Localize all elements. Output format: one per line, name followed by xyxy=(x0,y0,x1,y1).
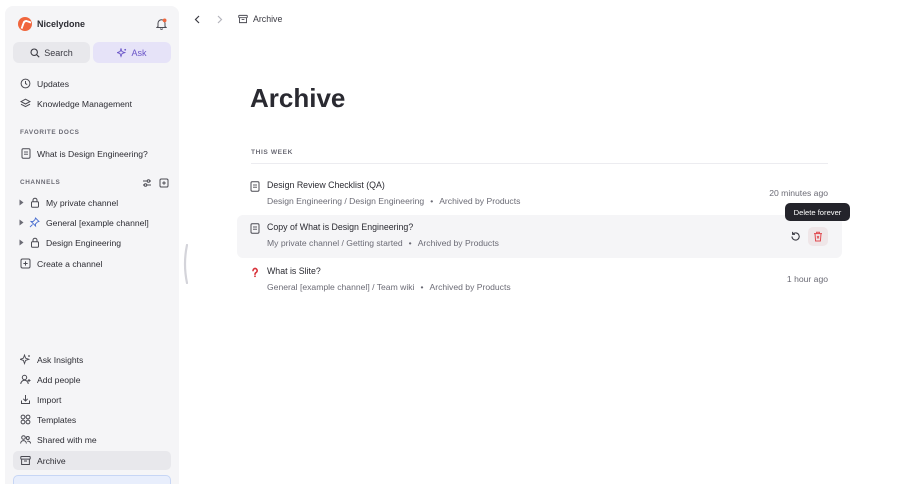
clock-icon xyxy=(20,78,31,89)
archive-icon xyxy=(238,14,248,24)
row-title: What is Slite? xyxy=(267,266,321,276)
caret-right-icon[interactable] xyxy=(18,199,24,207)
sidebar-item-channel-design-engineering[interactable]: Design Engineering xyxy=(13,233,171,252)
row-meta: My private channel / Getting started • Arc… xyxy=(267,238,499,248)
separator-dot: • xyxy=(430,196,434,206)
restore-button[interactable] xyxy=(786,227,804,245)
workspace-switcher[interactable]: Nicelydone xyxy=(18,17,85,31)
workspace-name: Nicelydone xyxy=(37,19,86,29)
row-archived-by: Archived by Products xyxy=(417,238,499,248)
favorites-section-label: FAVORITE DOCS xyxy=(20,129,80,136)
sidebar-banner[interactable] xyxy=(13,475,171,484)
caret-right-icon[interactable] xyxy=(18,239,24,247)
templates-icon xyxy=(20,414,31,425)
row-meta: General [example channel] / Team wiki • Ar… xyxy=(267,282,511,292)
doc-icon xyxy=(250,181,260,192)
sidebar-item-label: Import xyxy=(37,394,62,405)
row-title: Design Review Checklist (QA) xyxy=(267,180,385,190)
doc-icon xyxy=(20,148,31,159)
sidebar-item-updates[interactable]: Updates xyxy=(13,74,171,93)
doc-icon xyxy=(250,223,260,234)
list-item[interactable]: What is Slite? General [example channel]… xyxy=(237,259,842,302)
sidebar-item-import[interactable]: Import xyxy=(13,390,171,409)
question-mark-icon xyxy=(250,267,260,278)
create-channel-button[interactable]: Create a channel xyxy=(13,254,171,273)
sidebar-item-label: Add people xyxy=(37,374,81,385)
sidebar-item-archive[interactable]: Archive xyxy=(13,451,171,470)
sidebar-item-channel-private[interactable]: My private channel xyxy=(13,193,171,212)
row-archived-by: Archived by Products xyxy=(429,282,511,292)
filter-icon[interactable] xyxy=(142,178,152,188)
delete-forever-button[interactable] xyxy=(808,227,828,246)
back-arrow-icon[interactable] xyxy=(193,15,202,24)
top-bar: Archive xyxy=(193,14,282,24)
notification-bell-icon[interactable] xyxy=(155,17,168,30)
ask-label: Ask xyxy=(131,47,147,58)
restore-icon xyxy=(790,231,800,241)
row-time: 20 minutes ago xyxy=(769,188,828,198)
sidebar-item-label: Shared with me xyxy=(37,434,97,445)
sidebar-item-templates[interactable]: Templates xyxy=(13,410,171,429)
delete-forever-tooltip: Delete forever xyxy=(785,203,850,221)
breadcrumb[interactable]: Archive xyxy=(253,14,282,24)
row-archived-by: Archived by Products xyxy=(439,196,521,206)
sidebar-resize-handle[interactable] xyxy=(182,243,189,285)
channel-tools xyxy=(135,178,169,188)
group-label: THIS WEEK xyxy=(251,149,294,156)
lock-icon xyxy=(29,197,40,208)
pin-icon xyxy=(29,217,40,228)
archive-icon xyxy=(20,455,31,466)
sidebar-item-label: General [example channel] xyxy=(46,217,149,228)
lock-icon xyxy=(29,237,40,248)
import-icon xyxy=(20,394,31,405)
sidebar-item-ask-insights[interactable]: Ask Insights xyxy=(13,350,171,369)
sidebar-item-label: My private channel xyxy=(46,197,119,208)
search-label: Search xyxy=(44,47,73,58)
sidebar-item-add-people[interactable]: Add people xyxy=(13,370,171,389)
row-path: My private channel / Getting started xyxy=(267,238,403,248)
add-user-icon xyxy=(20,374,31,385)
separator-dot: • xyxy=(420,282,424,292)
row-title: Copy of What is Design Engineering? xyxy=(267,222,414,232)
new-channel-icon xyxy=(20,258,31,269)
ask-button[interactable]: Ask xyxy=(93,42,171,63)
group-divider xyxy=(251,163,828,164)
sidebar-item-label: Design Engineering xyxy=(46,237,122,248)
sidebar-item-label: Templates xyxy=(37,414,77,425)
separator-dot: • xyxy=(408,238,412,248)
list-item[interactable]: Design Review Checklist (QA) Design Engi… xyxy=(237,173,842,216)
caret-right-icon[interactable] xyxy=(18,219,24,227)
sidebar-item-channel-general[interactable]: General [example channel] xyxy=(13,213,171,232)
forward-arrow-icon[interactable] xyxy=(215,15,224,24)
channels-section-label: CHANNELS xyxy=(20,179,61,186)
sidebar-item-label: Ask Insights xyxy=(37,354,84,365)
sidebar-item-label: What is Design Engineering? xyxy=(37,148,148,159)
new-channel-icon[interactable] xyxy=(159,178,169,188)
sidebar-item-knowledge-management[interactable]: Knowledge Management xyxy=(13,94,171,113)
layers-icon xyxy=(20,98,31,109)
row-meta: Design Engineering / Design Engineering •… xyxy=(267,196,520,206)
sidebar: Nicelydone Search Ask Updates Knowledge … xyxy=(5,6,179,484)
sidebar-item-label: Create a channel xyxy=(37,258,103,269)
workspace-logo-icon xyxy=(18,17,32,31)
sparkle-icon xyxy=(117,47,127,58)
list-item[interactable]: Copy of What is Design Engineering? My p… xyxy=(237,215,842,258)
sidebar-item-favorite-doc[interactable]: What is Design Engineering? xyxy=(13,144,171,163)
sidebar-item-shared-with-me[interactable]: Shared with me xyxy=(13,430,171,449)
shared-icon xyxy=(20,434,31,445)
sidebar-item-label: Updates xyxy=(37,78,70,89)
row-path: Design Engineering / Design Engineering xyxy=(267,196,425,206)
search-button[interactable]: Search xyxy=(13,42,90,63)
trash-icon xyxy=(814,231,822,242)
search-icon xyxy=(30,47,40,58)
row-path: General [example channel] / Team wiki xyxy=(267,282,415,292)
page-title: Archive xyxy=(250,83,346,113)
sparkle-icon xyxy=(20,354,31,365)
row-time: 1 hour ago xyxy=(786,274,828,284)
sidebar-item-label: Archive xyxy=(37,455,66,466)
sidebar-item-label: Knowledge Management xyxy=(37,98,133,109)
